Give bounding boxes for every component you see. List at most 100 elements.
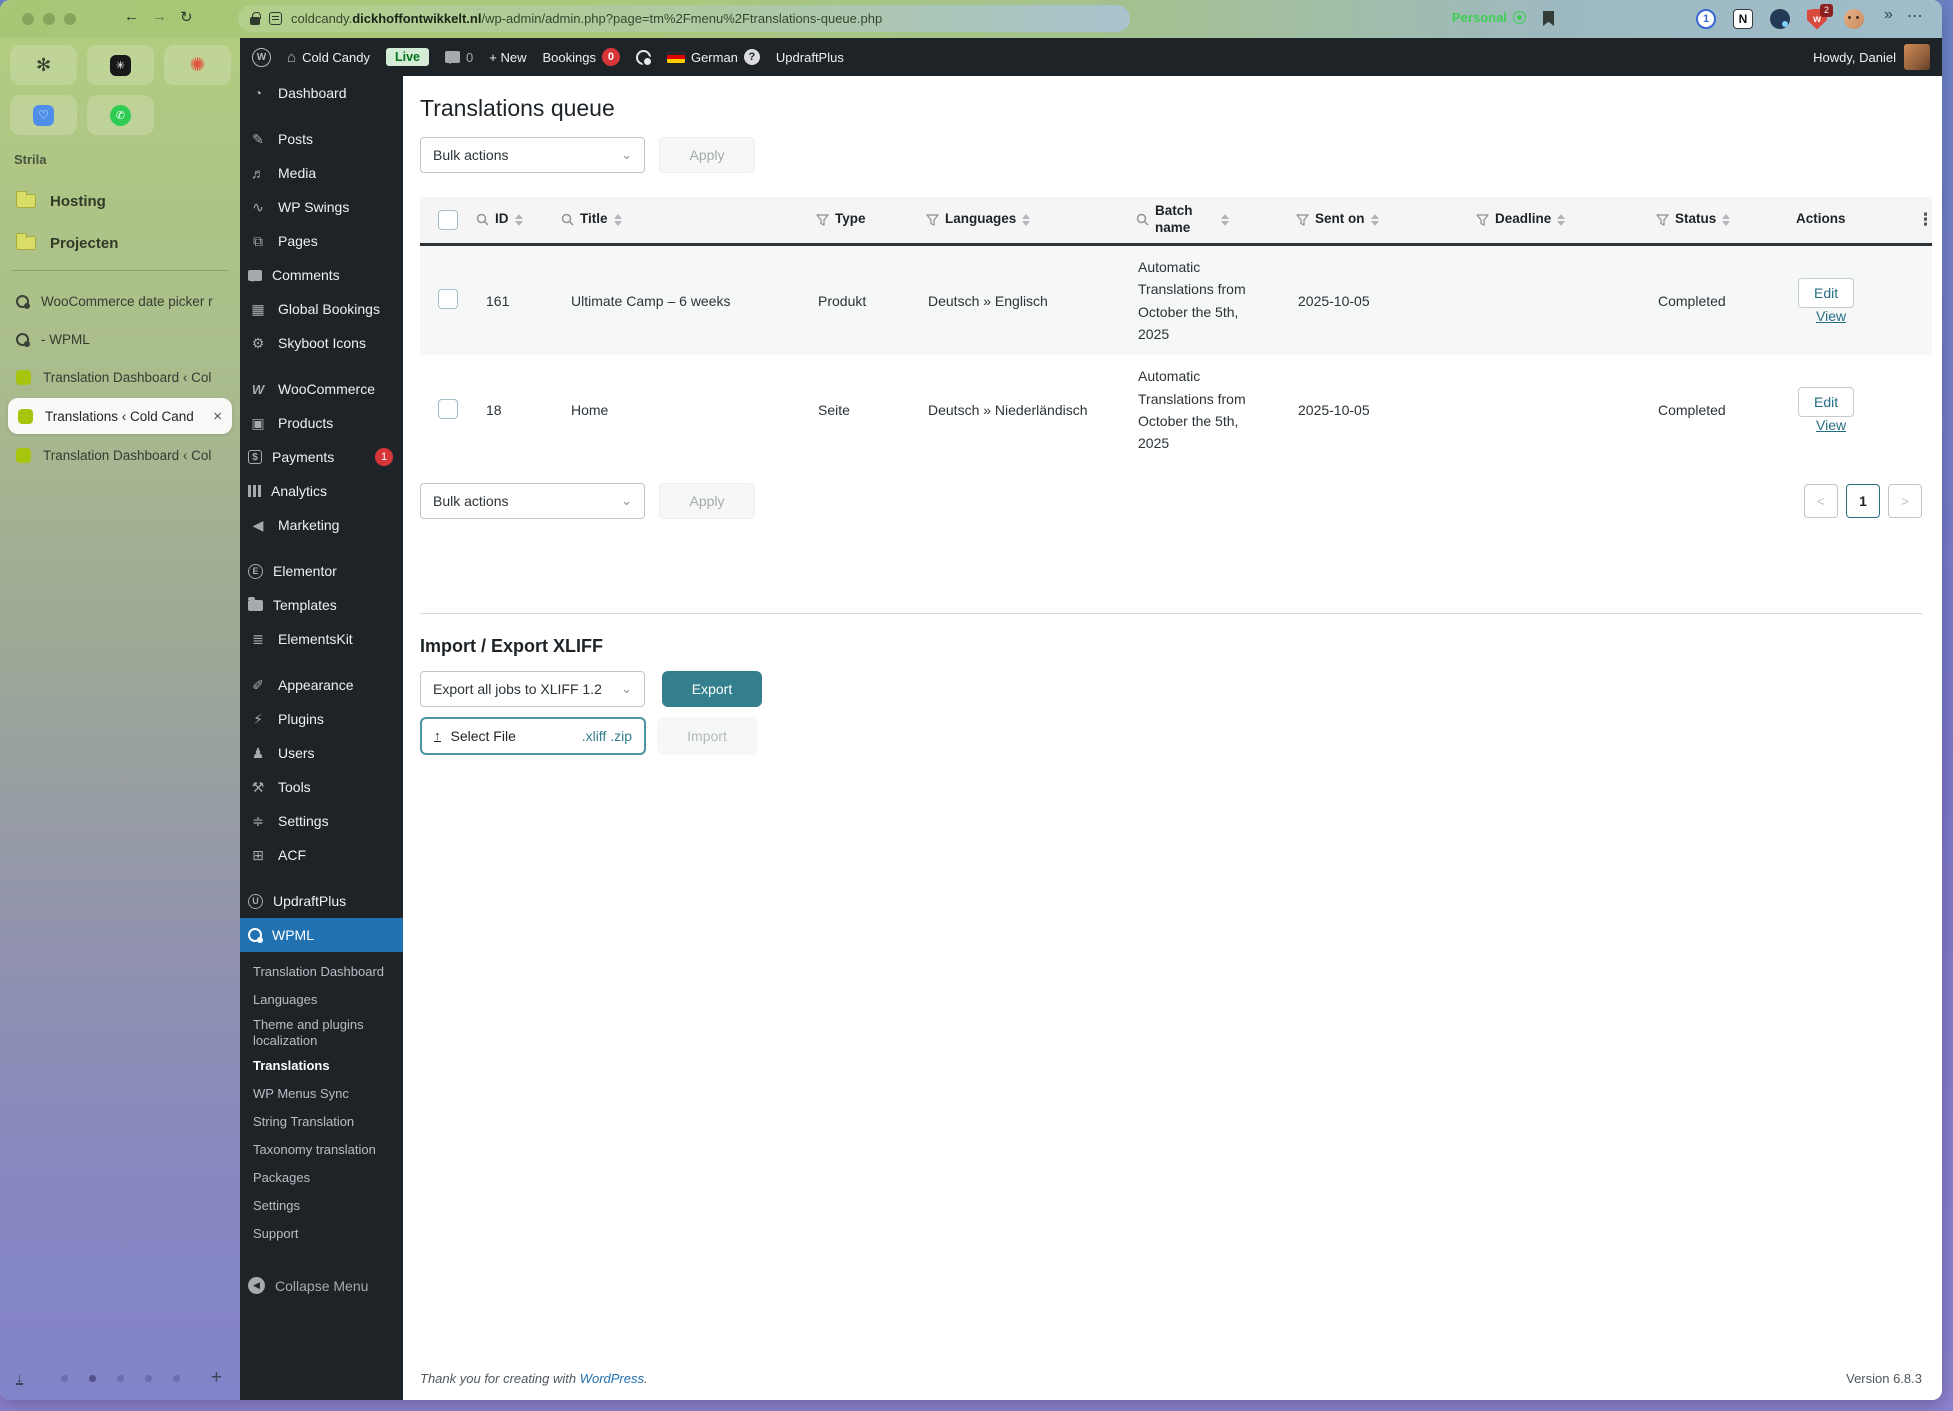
minimize-window-icon[interactable] [43, 13, 55, 25]
wordpress-logo-icon[interactable]: W [252, 47, 271, 67]
live-badge[interactable]: Live [386, 48, 430, 66]
help-icon[interactable]: ? [743, 49, 760, 65]
howdy-label[interactable]: Howdy, Daniel [1813, 50, 1896, 65]
collapse-menu-button[interactable]: ◀ Collapse Menu [240, 1269, 403, 1303]
globe-extension-icon[interactable] [1768, 7, 1792, 31]
browser-tab[interactable]: Translation Dashboard ‹ Col [0, 436, 240, 474]
next-page-button[interactable]: > [1888, 483, 1922, 518]
window-traffic-lights[interactable] [22, 13, 76, 25]
onepassword-extension-icon[interactable]: 1 [1694, 7, 1718, 31]
close-window-icon[interactable] [22, 13, 34, 25]
admin-bar-language[interactable]: German? [666, 49, 760, 65]
profile-indicator[interactable]: Personal [1452, 10, 1526, 25]
sidebar-folder[interactable]: Projecten [0, 222, 240, 264]
back-icon[interactable]: ← [124, 8, 139, 26]
menu-item[interactable]: $ Payments 1 [240, 440, 403, 474]
browser-tab[interactable]: - WPML [0, 320, 240, 358]
sort-icon[interactable] [1022, 210, 1031, 230]
submenu-item[interactable]: Languages [240, 986, 403, 1014]
menu-item[interactable]: ⚒ Tools [240, 770, 403, 804]
maximize-window-icon[interactable] [64, 13, 76, 25]
sort-icon[interactable] [1557, 210, 1566, 230]
menu-item[interactable]: Analytics [240, 474, 403, 508]
browser-tab[interactable]: Translation Dashboard ‹ Col [0, 358, 240, 396]
prev-page-button[interactable]: < [1804, 483, 1838, 518]
sort-icon[interactable] [1221, 210, 1229, 230]
filter-icon[interactable] [1476, 214, 1489, 226]
submenu-item[interactable]: Packages [240, 1165, 403, 1193]
submenu-item[interactable]: Translations [240, 1053, 403, 1081]
menu-item[interactable]: ✐ Appearance [240, 668, 403, 702]
reload-icon[interactable]: ↻ [180, 8, 193, 26]
pinned-app-dark[interactable]: ✳ [87, 45, 154, 85]
sort-icon[interactable] [514, 210, 523, 230]
submenu-item[interactable]: WP Menus Sync [240, 1081, 403, 1109]
view-link[interactable]: View [1816, 308, 1846, 324]
menu-item[interactable]: ⚙ Skyboot Icons [240, 326, 403, 360]
menu-item[interactable]: ◔ Dashboard [240, 76, 403, 110]
menu-item[interactable]: ⚡ Plugins [240, 702, 403, 736]
address-bar[interactable]: coldcandy.dickhoffontwikkelt.nl/wp-admin… [238, 5, 1130, 32]
row-checkbox[interactable] [438, 289, 458, 310]
filter-icon[interactable] [1656, 214, 1669, 226]
pinned-app-chatgpt[interactable]: ✻ [10, 45, 77, 85]
close-tab-icon[interactable]: × [213, 408, 222, 425]
filter-icon[interactable] [926, 214, 939, 226]
url-text[interactable]: coldcandy.dickhoffontwikkelt.nl/wp-admin… [291, 11, 882, 26]
admin-bar-comments[interactable]: 0 [445, 50, 473, 65]
admin-bar-new[interactable]: + New [489, 50, 526, 65]
select-file-input[interactable]: ↑ Select File .xliff .zip [420, 716, 646, 755]
wordpress-link[interactable]: WordPress [580, 1371, 644, 1386]
new-tab-icon[interactable]: + [211, 1367, 222, 1389]
edit-button[interactable]: Edit [1798, 387, 1855, 418]
user-avatar[interactable] [1904, 44, 1930, 70]
submenu-item[interactable]: Settings [240, 1193, 403, 1221]
search-icon[interactable] [1136, 213, 1149, 226]
sort-icon[interactable] [1370, 210, 1379, 230]
admin-bar-site[interactable]: ⌂ Cold Candy [287, 49, 370, 66]
forward-icon[interactable]: → [152, 8, 167, 26]
edit-button[interactable]: Edit [1798, 277, 1855, 308]
space-indicator-dots[interactable] [61, 1374, 180, 1382]
menu-item[interactable]: ≑ Settings [240, 804, 403, 838]
menu-item[interactable]: U UpdraftPlus [240, 884, 403, 918]
sort-icon[interactable] [613, 210, 622, 230]
menu-item[interactable]: Comments [240, 258, 403, 292]
submenu-item[interactable]: Theme and plugins localization [240, 1014, 403, 1053]
downloads-icon[interactable]: ↓ [16, 1370, 23, 1385]
sidebar-folder[interactable]: Hosting [0, 180, 240, 222]
bookmark-icon[interactable] [1543, 11, 1554, 26]
apply-button-bottom[interactable]: Apply [659, 482, 755, 519]
menu-item[interactable]: ♟ Users [240, 736, 403, 770]
filter-icon[interactable] [1296, 214, 1309, 226]
shield-extension-icon[interactable]: w2 [1805, 4, 1833, 31]
menu-item[interactable]: ✎ Posts [240, 122, 403, 156]
row-checkbox[interactable] [438, 398, 458, 419]
submenu-item[interactable]: Taxonomy translation [240, 1137, 403, 1165]
more-extensions-icon[interactable]: » [1884, 6, 1893, 26]
browser-tab[interactable]: WooCommerce date picker r [0, 282, 240, 320]
menu-item[interactable]: E Elementor [240, 554, 403, 588]
menu-item[interactable]: W WooCommerce [240, 372, 403, 406]
filter-icon[interactable] [816, 214, 829, 226]
pinned-app-heart[interactable]: ♡ [10, 95, 77, 135]
bulk-actions-select-bottom[interactable]: Bulk actions ⌄ [420, 482, 645, 519]
site-settings-icon[interactable] [269, 12, 282, 25]
import-button[interactable]: Import [657, 716, 757, 755]
notion-extension-icon[interactable]: N [1731, 7, 1755, 31]
pinned-app-starburst[interactable]: ✺ [164, 45, 231, 85]
menu-item[interactable]: Templates [240, 588, 403, 622]
submenu-item[interactable]: Support [240, 1221, 403, 1249]
menu-item[interactable]: WPML [240, 918, 403, 952]
sort-icon[interactable] [1722, 210, 1731, 230]
search-icon[interactable] [476, 213, 489, 226]
menu-item[interactable]: ◀ Marketing [240, 508, 403, 542]
wpml-logo-icon[interactable] [635, 49, 653, 67]
menu-item[interactable]: ▦ Global Bookings [240, 292, 403, 326]
select-all-checkbox[interactable] [438, 209, 458, 230]
browser-tab[interactable]: Translations ‹ Cold Cand × [8, 398, 232, 434]
pinned-app-whatsapp[interactable]: ✆ [87, 95, 154, 135]
apply-button-top[interactable]: Apply [659, 137, 755, 173]
menu-item[interactable]: ▣ Products [240, 406, 403, 440]
menu-item[interactable]: ⊞ ACF [240, 838, 403, 872]
